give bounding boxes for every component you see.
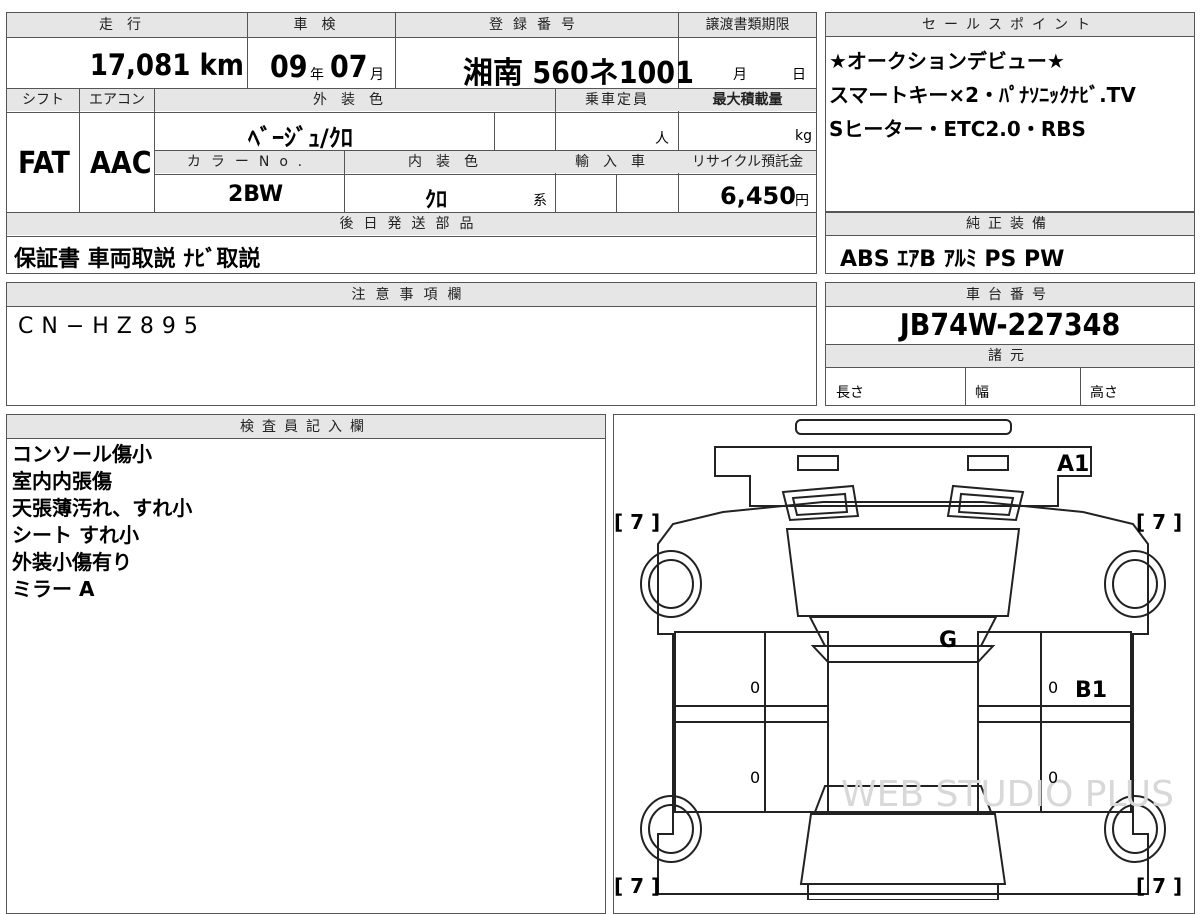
shift-value: FAT <box>18 146 70 181</box>
mileage-label: 走行 <box>99 17 155 33</box>
genuine-equipment-value: ABS ｴｱB ｱﾙﾐ PS PW <box>840 247 1065 272</box>
tire-front-right: [ 7 ] <box>1136 510 1183 534</box>
capacity-unit: 人 <box>655 131 669 147</box>
inspector-notes: コンソール傷小 室内内張傷 天張薄汚れ、すれ小 シート すれ小 外装小傷有り ミ… <box>12 441 192 603</box>
specs-label: 諸元 <box>988 348 1032 364</box>
inspector-note-line: 外装小傷有り <box>12 550 132 574</box>
exterior-color-label: 外装色 <box>313 92 397 108</box>
inspection-month: 07 <box>330 50 368 85</box>
recycle-deposit-unit: 円 <box>795 193 809 209</box>
damage-label-g: G <box>939 628 958 653</box>
registration-number: 湘南 560ネ1001 <box>463 56 694 91</box>
aircon-label: エアコン <box>89 92 145 108</box>
interior-color-value: ｸﾛ <box>425 188 448 213</box>
mileage-value: 17,081 km <box>89 48 244 82</box>
panel-mark: 0 <box>750 678 761 697</box>
shift-label: シフト <box>22 92 64 108</box>
later-parts-value: 保証書 車両取説 ﾅﾋﾞ取説 <box>14 247 261 272</box>
interior-color-label: 内装色 <box>408 154 492 170</box>
inspector-note-line: ミラー A <box>12 577 95 601</box>
panel-mark: 0 <box>1048 678 1059 697</box>
inspector-note-line: シート すれ小 <box>12 523 139 547</box>
max-load-label: 最大積載量 <box>712 92 783 108</box>
spec-length-label: 長さ <box>836 385 864 401</box>
interior-color-unit: 系 <box>533 193 547 209</box>
sales-point-line: Sヒーター・ETC2.0・RBS <box>829 117 1086 141</box>
inspector-note-line: 室内内張傷 <box>12 469 112 493</box>
transfer-day-unit: 日 <box>792 67 806 83</box>
panel-mark: 0 <box>750 768 761 787</box>
import-car-label: 輸入車 <box>575 154 659 170</box>
sales-point-line: ★オークションデビュー★ <box>829 49 1065 73</box>
inspection-month-unit: 月 <box>370 67 384 83</box>
inspection-year: 09 <box>270 50 308 85</box>
registration-label: 登録番号 <box>489 17 585 33</box>
chassis-number: JB74W-227348 <box>899 308 1121 343</box>
spec-height-label: 高さ <box>1090 385 1118 401</box>
exterior-color-value: ﾍﾞｰｼﾞｭ/ｸﾛ <box>248 124 353 152</box>
transfer-month-unit: 月 <box>733 67 747 83</box>
sales-point-list: ★オークションデビュー★ スマートキー×2・ﾊﾟﾅｿﾆｯｸﾅﾋﾞ.TV Sヒータ… <box>829 44 1136 146</box>
damage-label-b1: B1 <box>1075 678 1108 703</box>
tire-front-left: [ 7 ] <box>614 510 661 534</box>
car-diagram: WEB STUDIO PLUS <box>640 419 1174 900</box>
inspection-year-unit: 年 <box>310 67 324 83</box>
panel-mark: 0 <box>1048 768 1059 787</box>
inspector-note-line: コンソール傷小 <box>12 442 152 466</box>
genuine-equipment-label: 純正装備 <box>966 216 1054 232</box>
capacity-label: 乗車定員 <box>585 92 649 108</box>
watermark-text: WEB STUDIO PLUS <box>841 774 1174 815</box>
spec-width-label: 幅 <box>975 385 989 401</box>
inspection-label: 車検 <box>293 17 350 33</box>
sales-point-line: スマートキー×2・ﾊﾟﾅｿﾆｯｸﾅﾋﾞ.TV <box>829 83 1136 107</box>
recycle-deposit-label: リサイクル預託金 <box>691 154 804 170</box>
later-parts-label: 後日発送部品 <box>339 216 484 232</box>
aircon-value: AAC <box>90 146 152 181</box>
damage-label-a1: A1 <box>1057 452 1090 477</box>
notes-label: 注意事項欄 <box>351 287 472 303</box>
inspector-label: 検査員記入欄 <box>240 419 372 435</box>
recycle-deposit-value: 6,450 <box>720 182 796 210</box>
color-number-value: 2BW <box>228 182 284 207</box>
tire-rear-left: [ 7 ] <box>614 874 661 898</box>
inspector-note-line: 天張薄汚れ、すれ小 <box>12 496 193 520</box>
transfer-deadline-label: 譲渡書類期限 <box>705 17 790 33</box>
max-load-unit: kg <box>795 128 812 144</box>
color-number-label: カラーNo. <box>186 154 313 170</box>
tire-rear-right: [ 7 ] <box>1136 874 1183 898</box>
notes-value: CN−HZ895 <box>18 314 206 339</box>
chassis-label: 車台番号 <box>966 287 1054 303</box>
sales-point-label: セールスポイント <box>922 17 1098 33</box>
